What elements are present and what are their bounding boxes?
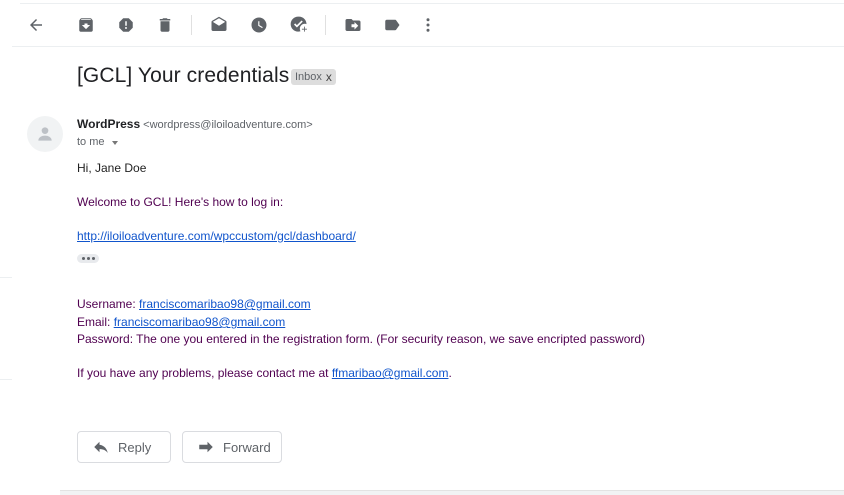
report-spam-icon[interactable] <box>114 13 138 37</box>
archive-icon[interactable] <box>74 13 98 37</box>
reply-label: Reply <box>118 439 152 455</box>
toolbar-separator <box>325 15 326 35</box>
contact-prefix: If you have any problems, please contact… <box>77 366 332 380</box>
contact-line: If you have any problems, please contact… <box>77 366 452 380</box>
password-line: Password: The one you entered in the reg… <box>77 332 646 346</box>
email-value-link[interactable]: franciscomaribao98@gmail.com <box>114 315 286 329</box>
sender-info: WordPress <wordpress@iloiloadventure.com> <box>77 117 313 131</box>
toolbar-divider <box>12 46 844 47</box>
top-divider <box>20 3 844 4</box>
forward-button[interactable]: Forward <box>182 431 282 463</box>
chevron-down-icon[interactable] <box>111 141 118 145</box>
label-icon[interactable] <box>380 13 404 37</box>
contact-suffix: . <box>448 366 452 380</box>
login-url-link[interactable]: http://iloiloadventure.com/wpccustom/gcl… <box>77 229 356 243</box>
back-arrow-icon[interactable] <box>24 13 48 37</box>
toolbar-separator <box>191 15 192 35</box>
left-divider <box>0 379 12 380</box>
email-subject: [GCL] Your credentials. <box>77 64 296 87</box>
forward-label: Forward <box>223 439 271 455</box>
username-email-link[interactable]: franciscomaribao98@gmail.com <box>139 297 311 311</box>
snooze-icon[interactable] <box>247 13 271 37</box>
more-options-icon[interactable] <box>416 13 440 37</box>
username-label: Username: <box>77 297 140 311</box>
bottom-panel-edge <box>60 490 844 495</box>
inbox-label-chip[interactable]: Inbox x <box>291 69 336 85</box>
greeting-line: Hi, Jane Doe <box>77 161 147 175</box>
sender-address: <wordpress@iloiloadventure.com> <box>143 119 313 131</box>
add-task-icon[interactable] <box>287 13 311 37</box>
recipient-text: to me <box>77 136 105 148</box>
reply-icon <box>94 441 108 453</box>
recipient-details-toggle[interactable]: to me <box>77 136 118 148</box>
sender-avatar <box>27 116 63 152</box>
show-trimmed-content-button[interactable] <box>77 254 99 263</box>
forward-icon <box>199 441 213 453</box>
left-divider <box>0 277 12 278</box>
inbox-label-text: Inbox <box>295 71 322 83</box>
sender-name[interactable]: WordPress <box>77 117 140 131</box>
mark-unread-icon[interactable] <box>207 13 231 37</box>
email-line: Email: franciscomaribao98@gmail.com <box>77 315 285 329</box>
reply-button[interactable]: Reply <box>77 431 171 463</box>
login-url-line: http://iloiloadventure.com/wpccustom/gcl… <box>77 229 356 243</box>
username-line: Username: franciscomaribao98@gmail.com <box>77 297 311 311</box>
remove-label-button[interactable]: x <box>326 71 332 83</box>
contact-email-link[interactable]: ffmaribao@gmail.com <box>332 366 449 380</box>
delete-icon[interactable] <box>153 13 177 37</box>
welcome-line: Welcome to GCL! Here's how to log in: <box>77 195 284 209</box>
move-to-icon[interactable] <box>341 13 365 37</box>
email-label: Email: <box>77 315 114 329</box>
person-icon <box>38 127 52 141</box>
